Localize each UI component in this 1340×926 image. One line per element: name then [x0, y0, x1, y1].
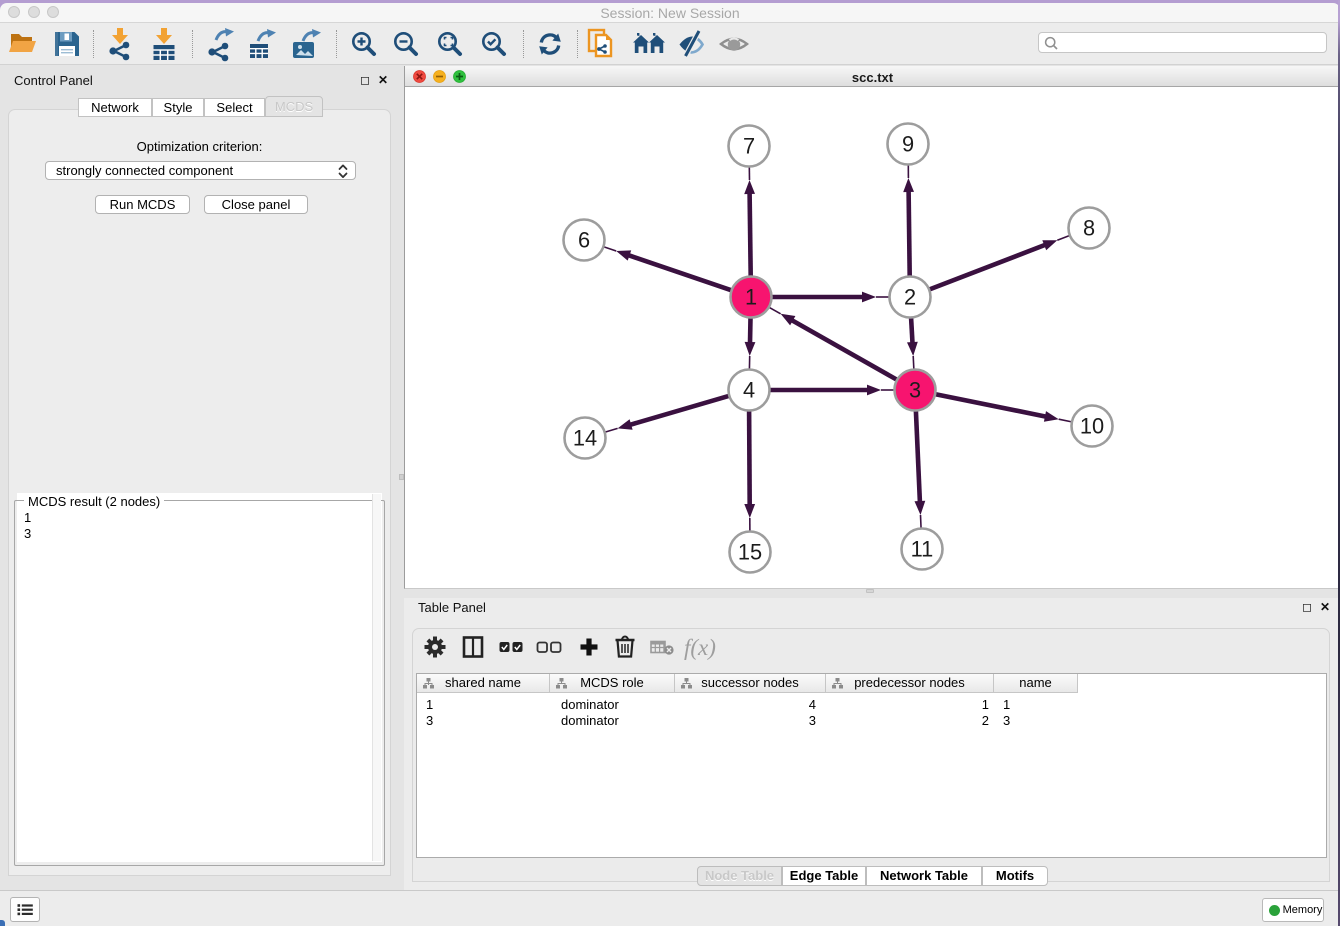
svg-text:11: 11	[911, 537, 934, 562]
svg-text:14: 14	[573, 426, 597, 451]
svg-text:2: 2	[904, 285, 916, 310]
svg-text:1: 1	[745, 285, 757, 310]
svg-text:10: 10	[1080, 414, 1104, 439]
svg-text:8: 8	[1083, 216, 1095, 241]
svg-text:4: 4	[743, 378, 755, 403]
svg-text:6: 6	[578, 228, 590, 253]
svg-text:9: 9	[902, 132, 914, 157]
svg-text:f(x): f(x)	[684, 635, 716, 660]
svg-text:15: 15	[738, 540, 762, 565]
svg-text:7: 7	[743, 134, 755, 159]
svg-text:3: 3	[909, 378, 921, 403]
